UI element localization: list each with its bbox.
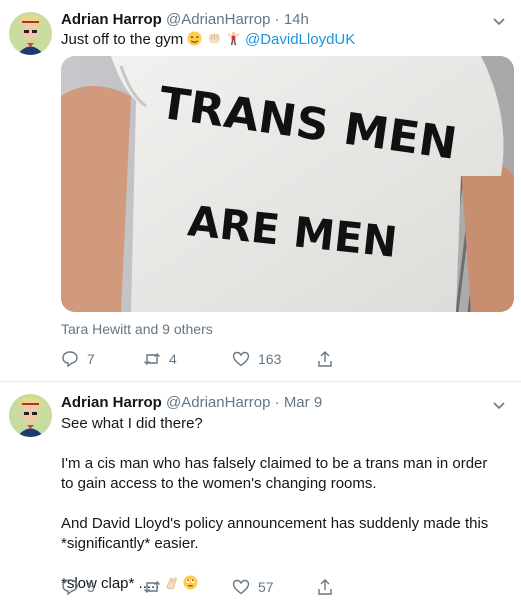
retweet-count: 4 bbox=[169, 351, 177, 367]
tweet-text: Just off to the gym @DavidLloydUK bbox=[61, 30, 355, 50]
heart-icon bbox=[232, 579, 250, 595]
tweet-paragraph: See what I did there? bbox=[61, 415, 203, 432]
timestamp[interactable]: 14h bbox=[284, 11, 309, 28]
retweet-button[interactable] bbox=[143, 578, 169, 596]
tweet-photo[interactable]: TRANS MEN ARE MEN bbox=[61, 56, 514, 312]
tweet[interactable]: Adrian Harrop @AdrianHarrop · Mar 9 See … bbox=[0, 381, 521, 601]
avatar[interactable] bbox=[9, 12, 52, 55]
share-button[interactable] bbox=[316, 350, 342, 368]
tweet[interactable]: Adrian Harrop @AdrianHarrop · 14h Just o… bbox=[0, 0, 521, 381]
share-icon bbox=[318, 351, 332, 367]
fist-icon bbox=[208, 33, 220, 44]
share-icon bbox=[318, 579, 332, 595]
eye-roll-face-icon bbox=[183, 575, 198, 590]
retweet-button[interactable]: 4 bbox=[143, 350, 177, 368]
mention-link[interactable]: @DavidLloydUK bbox=[245, 31, 355, 48]
author-handle[interactable]: @AdrianHarrop bbox=[166, 11, 270, 28]
timestamp[interactable]: Mar 9 bbox=[284, 394, 322, 411]
reply-icon bbox=[62, 351, 78, 368]
chevron-down-icon[interactable] bbox=[491, 397, 507, 413]
separator-dot: · bbox=[274, 11, 280, 28]
tweet-header: Adrian Harrop @AdrianHarrop · 14h bbox=[61, 11, 309, 28]
tweet-header: Adrian Harrop @AdrianHarrop · Mar 9 bbox=[61, 394, 322, 411]
like-count: 57 bbox=[258, 579, 274, 595]
avatar[interactable] bbox=[9, 394, 52, 437]
share-button[interactable] bbox=[316, 578, 342, 596]
liked-by[interactable]: Tara Hewitt and 9 others bbox=[61, 321, 213, 337]
chevron-down-icon[interactable] bbox=[491, 13, 507, 29]
like-button[interactable]: 163 bbox=[232, 350, 281, 368]
tweet-body: Just off to the gym bbox=[61, 31, 184, 48]
retweet-icon bbox=[144, 353, 160, 365]
tweet-paragraph: And David Lloyd's policy announcement ha… bbox=[61, 515, 489, 552]
like-count: 163 bbox=[258, 351, 282, 367]
heart-icon bbox=[232, 351, 250, 367]
tweet-text: See what I did there? I'm a cis man who … bbox=[61, 414, 501, 594]
flexing-person-icon bbox=[227, 31, 240, 46]
separator-dot: · bbox=[274, 394, 280, 411]
reply-count: 5 bbox=[87, 579, 95, 595]
tweet-paragraph: I'm a cis man who has falsely claimed to… bbox=[61, 455, 488, 492]
reply-icon bbox=[62, 579, 78, 596]
author-name[interactable]: Adrian Harrop bbox=[61, 11, 162, 28]
reply-count: 7 bbox=[87, 351, 95, 367]
reply-button[interactable]: 5 bbox=[61, 578, 95, 596]
tweet-paragraph-last: *slow clap* ..... bbox=[61, 574, 501, 594]
author-name[interactable]: Adrian Harrop bbox=[61, 394, 162, 411]
like-button[interactable]: 57 bbox=[232, 578, 274, 596]
reply-button[interactable]: 7 bbox=[61, 350, 95, 368]
winking-face-icon bbox=[187, 31, 202, 46]
author-handle[interactable]: @AdrianHarrop bbox=[166, 394, 270, 411]
retweet-icon bbox=[144, 581, 160, 593]
